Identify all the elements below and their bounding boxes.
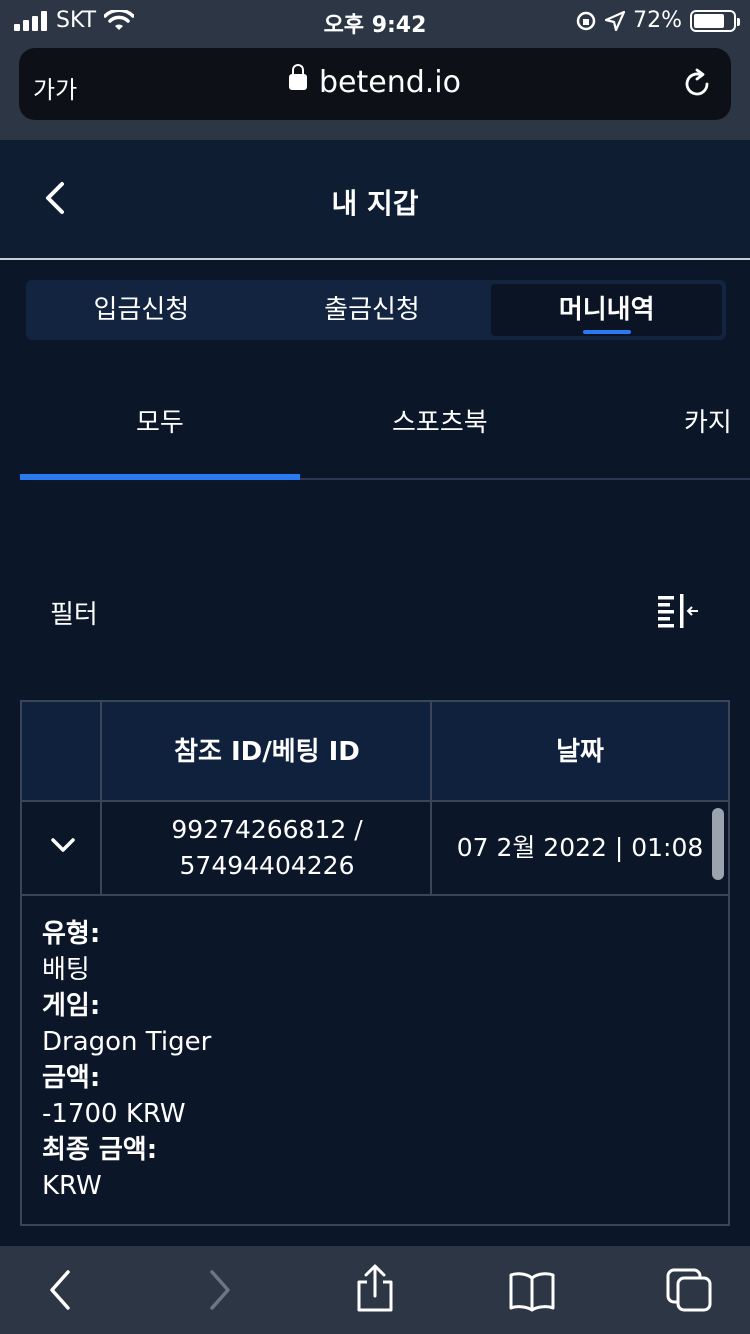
- final-amount-value: KRW: [42, 1171, 102, 1201]
- table-header: 참조 ID/베팅 ID 날짜: [22, 702, 728, 802]
- column-divider: [430, 702, 432, 896]
- location-icon: [605, 10, 626, 31]
- tab-money-history[interactable]: 머니내역: [491, 284, 723, 336]
- game-label: 게임:: [42, 991, 101, 1021]
- active-tab-indicator: [582, 330, 631, 334]
- filter-label[interactable]: 필터: [50, 594, 98, 631]
- filter-icon[interactable]: [656, 592, 700, 628]
- scrollbar[interactable]: [712, 808, 724, 880]
- date-cell: 07 2월 2022 | 01:08: [456, 833, 704, 862]
- browser-toolbar: 가가 betend.io: [0, 42, 750, 140]
- url-text: betend.io: [318, 65, 461, 100]
- column-divider: [100, 702, 102, 896]
- tab-label: 머니내역: [558, 295, 655, 325]
- tabs-icon[interactable]: [666, 1268, 714, 1312]
- bookmarks-icon[interactable]: [508, 1268, 556, 1312]
- category-tabs: 모두 스포츠북 카지: [20, 380, 750, 480]
- amount-label: 금액:: [42, 1063, 101, 1093]
- reference-id: 99274266812 /: [171, 815, 363, 844]
- page-title: 내 지갑: [331, 187, 419, 220]
- ids-cell: 99274266812 / 57494404226: [102, 802, 432, 894]
- nav-back-icon[interactable]: [38, 1268, 86, 1312]
- nav-forward-icon[interactable]: [196, 1268, 244, 1312]
- game-value: Dragon Tiger: [42, 1027, 212, 1057]
- transactions-table: 참조 ID/베팅 ID 날짜 99274266812 / 57494404226…: [20, 700, 730, 1226]
- type-label: 유형:: [42, 919, 101, 949]
- status-right: 72%: [575, 8, 740, 33]
- browser-bottom-toolbar: [0, 1246, 750, 1334]
- share-icon[interactable]: [351, 1264, 399, 1314]
- final-amount-label: 최종 금액:: [42, 1135, 158, 1165]
- battery-icon: [690, 9, 740, 32]
- reload-icon[interactable]: [681, 68, 713, 100]
- type-value: 배팅: [42, 955, 90, 985]
- subtab-all[interactable]: 모두: [136, 402, 184, 439]
- orientation-lock-icon: [576, 11, 596, 30]
- app-header: 내 지갑: [0, 140, 750, 260]
- column-header-expand: [22, 702, 102, 802]
- column-header-date: 날짜: [556, 737, 604, 767]
- row-details: 유형: 배팅 게임: Dragon Tiger 금액: -1700 KRW 최종…: [42, 916, 211, 1204]
- battery-percent: 72%: [633, 8, 682, 33]
- column-header-ids: 참조 ID/베팅 ID: [174, 737, 360, 767]
- amount-value: -1700 KRW: [42, 1099, 186, 1129]
- bet-id: 57494404226: [179, 851, 355, 880]
- url-display[interactable]: betend.io: [19, 64, 731, 100]
- tab-deposit[interactable]: 입금신청: [26, 280, 257, 340]
- subtab-sportsbook[interactable]: 스포츠북: [392, 402, 488, 439]
- tab-withdraw[interactable]: 출금신청: [257, 280, 488, 340]
- tab-label: 입금신청: [93, 295, 190, 325]
- address-bar[interactable]: 가가 betend.io: [19, 48, 731, 120]
- active-subtab-indicator: [20, 474, 300, 480]
- status-bar: SKT 오후 9:42 72%: [0, 0, 750, 42]
- chevron-down-icon[interactable]: [50, 836, 76, 854]
- tab-label: 출금신청: [324, 295, 420, 325]
- table-row[interactable]: 99274266812 / 57494404226 07 2월 2022 | 0…: [22, 802, 728, 896]
- subtab-casino[interactable]: 카지: [684, 402, 732, 439]
- lock-icon: [288, 64, 307, 90]
- wallet-tabs: 입금신청 출금신청 머니내역: [26, 280, 726, 340]
